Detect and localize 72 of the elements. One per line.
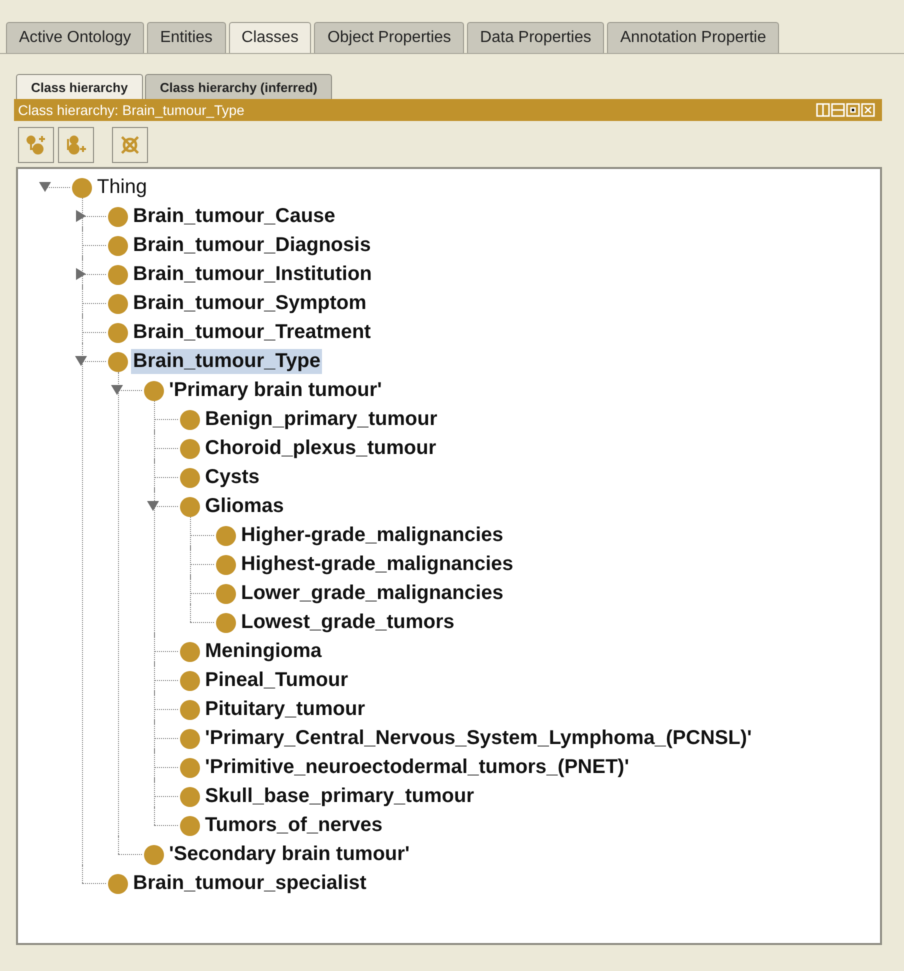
add-sibling-icon: [65, 134, 87, 156]
class-icon: [144, 380, 164, 400]
class-label[interactable]: Brain_tumour_Symptom: [131, 291, 368, 316]
class-icon: [216, 526, 236, 546]
class-label[interactable]: Brain_tumour_Institution: [131, 262, 374, 287]
tab[interactable]: Object Properties: [314, 22, 464, 53]
window-controls-icon[interactable]: [816, 103, 878, 117]
delete-class-button[interactable]: [112, 127, 148, 163]
class-icon: [180, 786, 200, 806]
tab[interactable]: Class hierarchy: [16, 74, 143, 99]
class-icon: [180, 670, 200, 690]
tab[interactable]: Classes: [228, 22, 312, 53]
add-subclass-button[interactable]: [18, 127, 54, 163]
class-label[interactable]: 'Secondary brain tumour': [167, 842, 412, 867]
class-label[interactable]: Tumors_of_nerves: [203, 813, 384, 838]
class-label[interactable]: Brain_tumour_Type: [131, 349, 322, 374]
expanded-arrow-icon[interactable]: [39, 181, 51, 193]
class-label[interactable]: Cysts: [203, 465, 262, 490]
class-icon: [108, 264, 128, 284]
class-label[interactable]: Meningioma: [203, 639, 324, 664]
collapsed-arrow-icon[interactable]: [75, 268, 87, 280]
class-icon: [180, 642, 200, 662]
class-label[interactable]: Lowest_grade_tumors: [239, 610, 456, 635]
class-label[interactable]: Gliomas: [203, 494, 286, 519]
class-icon: [180, 410, 200, 430]
class-icon: [72, 178, 92, 198]
tab[interactable]: Data Properties: [467, 22, 604, 53]
view-title: Class hierarchy: Brain_tumour_Type: [18, 102, 244, 118]
class-label[interactable]: 'Primitive_neuroectodermal_tumors_(PNET)': [203, 755, 632, 780]
class-label[interactable]: Choroid_plexus_tumour: [203, 436, 438, 461]
class-label[interactable]: Brain_tumour_Diagnosis: [131, 233, 373, 258]
expanded-arrow-icon[interactable]: [111, 384, 123, 396]
class-label[interactable]: Thing: [95, 175, 150, 200]
class-icon: [108, 236, 128, 256]
class-label[interactable]: Brain_tumour_Treatment: [131, 320, 373, 345]
class-label[interactable]: Brain_tumour_specialist: [131, 871, 368, 896]
class-icon: [216, 584, 236, 604]
class-label[interactable]: Higher-grade_malignancies: [239, 523, 506, 548]
tab[interactable]: Active Ontology: [6, 22, 144, 53]
class-icon: [216, 554, 236, 574]
collapsed-arrow-icon[interactable]: [75, 210, 87, 222]
class-label[interactable]: Skull_base_primary_tumour: [203, 784, 476, 809]
class-icon: [108, 294, 128, 314]
class-icon: [180, 700, 200, 720]
class-icon: [108, 874, 128, 894]
class-icon: [180, 816, 200, 836]
class-label[interactable]: 'Primary_Central_Nervous_System_Lymphoma_(PCNSL)': [203, 726, 754, 751]
tab[interactable]: Class hierarchy (inferred): [144, 74, 332, 99]
class-icon: [108, 322, 128, 342]
tab[interactable]: Annotation Propertie: [607, 22, 780, 53]
expanded-arrow-icon[interactable]: [75, 355, 87, 367]
class-icon: [180, 496, 200, 516]
add-sibling-button[interactable]: [58, 127, 94, 163]
class-icon: [108, 352, 128, 372]
expanded-arrow-icon[interactable]: [147, 500, 159, 512]
class-icon: [180, 728, 200, 748]
class-label[interactable]: Pineal_Tumour: [203, 668, 350, 693]
add-subclass-icon: [25, 134, 47, 156]
class-icon: [180, 758, 200, 778]
class-label[interactable]: Lower_grade_malignancies: [239, 581, 506, 606]
tab[interactable]: Entities: [147, 22, 226, 53]
class-icon: [144, 844, 164, 864]
class-icon: [108, 206, 128, 226]
class-label[interactable]: Brain_tumour_Cause: [131, 204, 338, 229]
class-label[interactable]: Highest-grade_malignancies: [239, 552, 516, 577]
class-icon: [180, 468, 200, 488]
class-icon: [216, 612, 236, 632]
delete-class-icon: [119, 134, 141, 156]
class-icon: [180, 438, 200, 458]
class-label[interactable]: Benign_primary_tumour: [203, 407, 440, 432]
class-label[interactable]: Pituitary_tumour: [203, 697, 368, 722]
class-label[interactable]: 'Primary brain tumour': [167, 378, 384, 403]
